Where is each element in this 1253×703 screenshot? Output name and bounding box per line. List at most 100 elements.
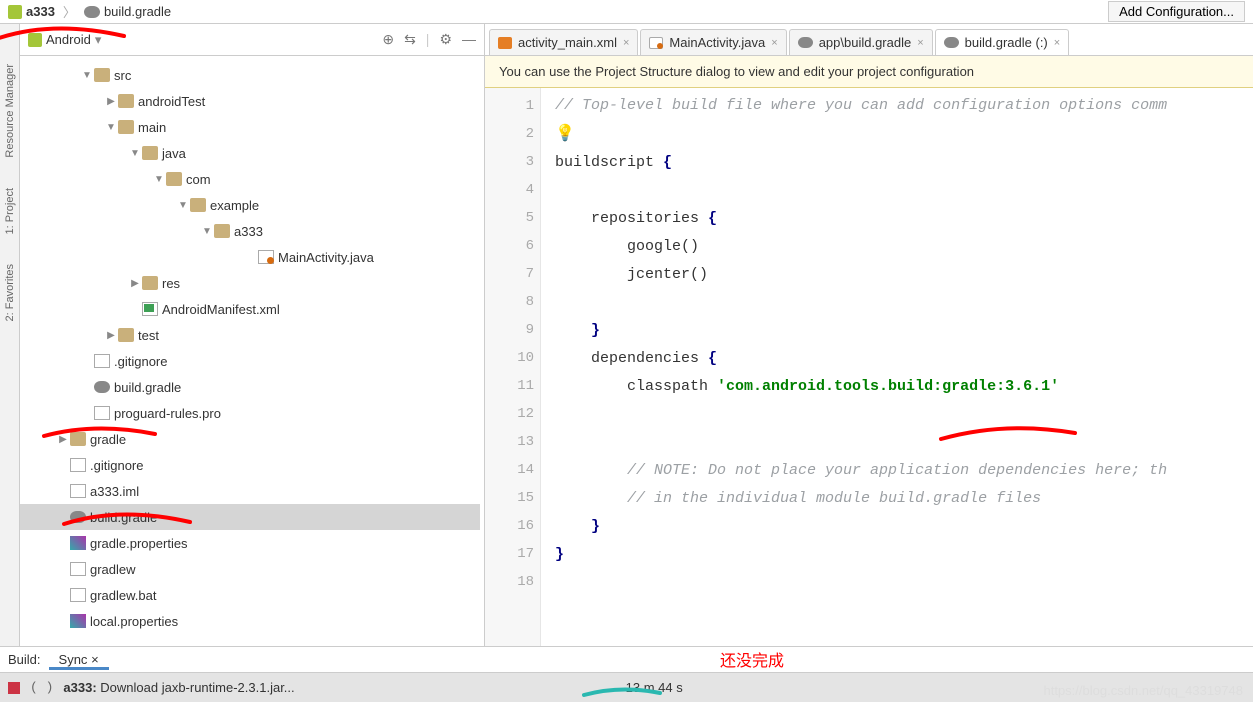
tree-label: AndroidManifest.xml (162, 302, 280, 317)
build-elapsed-time: 13 m 44 s (626, 680, 683, 695)
tree-twistie[interactable]: ▶ (128, 278, 142, 289)
file-icon (94, 354, 110, 368)
gear-icon[interactable]: ⚙ (439, 31, 452, 48)
tree-node[interactable]: .gitignore (20, 348, 480, 374)
tree-label: a333 (234, 224, 263, 239)
tree-node[interactable]: gradlew.bat (20, 582, 480, 608)
tree-node[interactable]: ▶test (20, 322, 480, 348)
watermark: https://blog.csdn.net/qq_43319748 (1044, 683, 1244, 698)
tree-node[interactable]: gradle.properties (20, 530, 480, 556)
tree-node[interactable]: ▼ example (20, 192, 480, 218)
chevron-down-icon: ▾ (95, 32, 102, 48)
tree-twistie[interactable]: ▼ (128, 148, 142, 159)
tree-label: a333.iml (90, 484, 139, 499)
editor-tab[interactable]: MainActivity.java× (640, 29, 786, 55)
tree-label: gradle (90, 432, 126, 447)
pro-icon (70, 536, 86, 550)
tree-node[interactable]: MainActivity.java (20, 244, 480, 270)
gradle-icon (84, 6, 100, 18)
tool-tab-favorites[interactable]: 2: Favorites (4, 264, 16, 321)
tree-node[interactable]: ▼ java (20, 140, 480, 166)
tree-node[interactable]: proguard-rules.pro (20, 400, 480, 426)
xmlfile-icon (142, 302, 158, 316)
tree-label: gradlew (90, 562, 136, 577)
gradlefile-icon (94, 381, 110, 393)
tab-label: activity_main.xml (518, 35, 617, 50)
tree-node[interactable]: ▶ gradle (20, 426, 480, 452)
tree-label: java (162, 146, 186, 161)
add-configuration-button[interactable]: Add Configuration... (1108, 1, 1245, 22)
code-editor[interactable]: 123456789101112131415161718 // Top-level… (485, 88, 1253, 646)
close-icon[interactable]: × (917, 37, 923, 49)
tree-label: androidTest (138, 94, 205, 109)
tool-tab-project[interactable]: 1: Project (4, 188, 16, 234)
breadcrumb-project[interactable]: a333 (26, 4, 55, 19)
editor-tab[interactable]: build.gradle (:) × (935, 29, 1070, 55)
tree-twistie[interactable]: ▶ (104, 96, 118, 107)
left-tool-strip: Resource Manager 1: Project 2: Favorites (0, 24, 20, 646)
tree-node[interactable]: ▶ res (20, 270, 480, 296)
android-icon (28, 33, 42, 47)
tool-tab-resource-manager[interactable]: Resource Manager (4, 64, 16, 158)
tree-twistie[interactable]: ▼ (176, 200, 190, 211)
tree-node[interactable]: ▼src (20, 62, 480, 88)
tree-twistie[interactable]: ▶ (104, 330, 118, 341)
tab-label: build.gradle (:) (965, 35, 1048, 50)
gradle-icon (798, 37, 813, 48)
editor-notification-banner[interactable]: You can use the Project Structure dialog… (485, 56, 1253, 88)
editor-code-area[interactable]: // Top-level build file where you can ad… (541, 88, 1253, 646)
tree-node[interactable]: ▼com (20, 166, 480, 192)
folder-icon (118, 94, 134, 108)
stop-icon[interactable] (8, 682, 20, 694)
annotation-text: 还没完成 (720, 647, 784, 671)
file-icon (70, 588, 86, 602)
close-icon[interactable]: × (771, 37, 777, 49)
tree-node[interactable]: gradlew (20, 556, 480, 582)
tree-twistie[interactable]: ▼ (200, 226, 214, 237)
build-tool-window: Build: Sync × ( ) a333: Download jaxb-ru… (0, 646, 1253, 702)
folder-open-icon (94, 68, 110, 82)
tree-node[interactable]: local.properties (20, 608, 480, 634)
tree-label: gradlew.bat (90, 588, 157, 603)
tree-node[interactable]: ▼ main (20, 114, 480, 140)
tree-twistie[interactable]: ▼ (152, 174, 166, 185)
tree-label: gradle.properties (90, 536, 188, 551)
build-tab-sync[interactable]: Sync × (49, 649, 109, 670)
tree-label: .gitignore (90, 458, 143, 473)
tree-node[interactable]: build.gradle (20, 374, 480, 400)
tree-label: res (162, 276, 180, 291)
tree-node[interactable]: AndroidManifest.xml (20, 296, 480, 322)
tree-node[interactable]: ▼ a333 (20, 218, 480, 244)
gradle-icon (944, 37, 959, 48)
close-icon[interactable]: × (91, 652, 99, 667)
close-icon[interactable]: × (623, 37, 629, 49)
tree-label: example (210, 198, 259, 213)
tree-node[interactable]: a333.iml (20, 478, 480, 504)
locate-icon[interactable]: ⊕ (382, 31, 394, 48)
folder-icon (70, 432, 86, 446)
editor-tab[interactable]: app\build.gradle × (789, 29, 933, 55)
editor-gutter: 123456789101112131415161718 (485, 88, 541, 646)
tree-label: MainActivity.java (278, 250, 374, 265)
editor-tab[interactable]: activity_main.xml × (489, 29, 638, 55)
collapse-icon[interactable]: ⇆ (404, 31, 416, 48)
project-tree[interactable]: ▼src▶androidTest▼main▼java▼com▼example▼a… (20, 56, 484, 646)
tree-node[interactable]: ▶ androidTest (20, 88, 480, 114)
close-icon[interactable]: × (1054, 37, 1060, 49)
android-icon (8, 5, 22, 19)
tree-node[interactable]: .gitignore (20, 452, 480, 478)
project-view-mode[interactable]: Android ▾ (28, 32, 101, 48)
breadcrumb-file[interactable]: build.gradle (104, 4, 171, 19)
tree-twistie[interactable]: ▼ (80, 70, 94, 81)
minimize-icon[interactable]: — (462, 31, 476, 48)
tree-label: local.properties (90, 614, 178, 629)
file-icon (94, 406, 110, 420)
tree-twistie[interactable]: ▶ (56, 434, 70, 445)
tree-label: main (138, 120, 166, 135)
tree-node[interactable]: build.gradle (20, 504, 480, 530)
tree-twistie[interactable]: ▼ (104, 122, 118, 133)
folder-open-icon (118, 120, 134, 134)
folder-open-icon (142, 146, 158, 160)
pro-icon (70, 614, 86, 628)
tab-label: app\build.gradle (819, 35, 912, 50)
